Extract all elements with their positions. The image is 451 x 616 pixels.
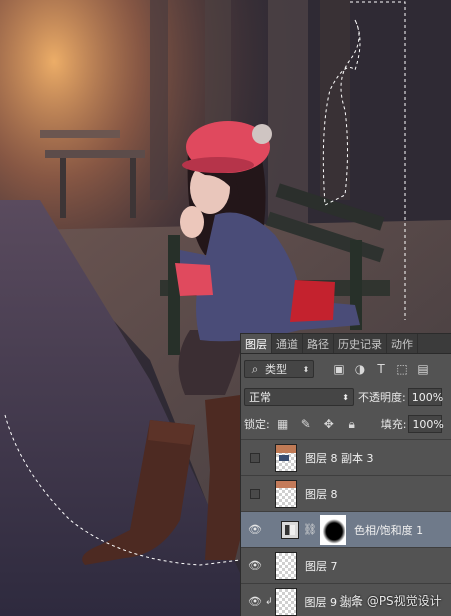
- lock-row: 锁定: ▦ ✎ ✥ 🔒︎ 填充: 100%: [241, 412, 451, 436]
- hue-saturation-icon: [281, 520, 299, 539]
- layer-mask-thumbnail[interactable]: [319, 514, 346, 545]
- type-filter-icon[interactable]: T: [374, 362, 388, 376]
- filter-kind-label: 类型: [265, 363, 287, 376]
- chevron-updown-icon: ⬍: [302, 364, 310, 374]
- lock-brush-icon[interactable]: ✎: [299, 417, 313, 431]
- visibility-toggle[interactable]: [241, 488, 269, 499]
- layer-name: 图层 8: [305, 487, 338, 501]
- search-icon: ⌕: [251, 361, 259, 376]
- layer-list: 图层 8 副本 3 图层 8 👁︎ ⛓︎ 色相/饱和度 1 👁︎ 图层 7 👁︎…: [241, 439, 451, 616]
- filter-row: ⌕ 类型 ⬍ ▣ ◑ T ⬚ ▤: [241, 356, 451, 382]
- layer-thumbnail: [275, 479, 297, 508]
- layer-thumbnail: [275, 443, 297, 472]
- adjustment-filter-icon[interactable]: ◑: [353, 362, 367, 376]
- lock-icons: ▦ ✎ ✥ 🔒︎: [276, 417, 359, 432]
- layer-name: 图层 7: [305, 559, 338, 573]
- fill-value: 100%: [412, 417, 444, 431]
- lock-all-icon[interactable]: 🔒︎: [345, 417, 359, 431]
- image-filter-icon[interactable]: ▣: [332, 362, 346, 376]
- visibility-toggle[interactable]: [241, 452, 269, 463]
- watermark: 头条 @PS视觉设计: [339, 594, 442, 608]
- layer-thumbnail: [275, 551, 297, 580]
- layer-row-selected[interactable]: 👁︎ ⛓︎ 色相/饱和度 1: [241, 511, 451, 547]
- layer-row[interactable]: 👁︎ 图层 7: [241, 547, 451, 583]
- chevron-updown-icon: ⬍: [342, 392, 349, 402]
- layer-row[interactable]: 图层 8: [241, 475, 451, 511]
- opacity-value: 100%: [411, 390, 444, 404]
- opacity-input[interactable]: 100%: [407, 388, 444, 406]
- tab-layers[interactable]: 图层: [241, 334, 272, 353]
- tab-history[interactable]: 历史记录: [334, 334, 387, 353]
- layer-name: 色相/饱和度 1: [353, 523, 424, 537]
- layer-row[interactable]: 图层 8 副本 3: [241, 439, 451, 475]
- opacity-label: 不透明度:: [358, 391, 406, 404]
- layer-thumbnail: [274, 587, 297, 616]
- eye-icon[interactable]: 👁︎: [241, 559, 269, 572]
- panel-tabs: 图层 通道 路径 历史记录 动作: [241, 334, 451, 354]
- lock-transparent-icon[interactable]: ▦: [276, 417, 290, 431]
- clip-arrow-icon: ↲: [265, 596, 273, 607]
- fill-input[interactable]: 100%: [408, 415, 444, 433]
- filter-kind-select[interactable]: ⌕ 类型 ⬍: [244, 360, 314, 378]
- smart-object-filter-icon[interactable]: ▤: [416, 362, 430, 376]
- filter-icons: ▣ ◑ T ⬚ ▤: [332, 362, 430, 376]
- lock-move-icon[interactable]: ✥: [322, 417, 336, 431]
- blend-mode-value: 正常: [249, 391, 271, 404]
- eye-icon[interactable]: 👁︎: [241, 523, 269, 536]
- lock-label: 锁定:: [244, 418, 270, 431]
- blend-row: 正常 ⬍ 不透明度: 100%: [241, 385, 451, 409]
- shape-filter-icon[interactable]: ⬚: [395, 362, 409, 376]
- tab-actions[interactable]: 动作: [387, 334, 418, 353]
- fill-label: 填充:: [380, 418, 407, 431]
- blend-mode-select[interactable]: 正常 ⬍: [244, 388, 354, 406]
- layer-name: 图层 8 副本 3: [305, 451, 374, 465]
- layers-panel: 图层 通道 路径 历史记录 动作 ⌕ 类型 ⬍ ▣ ◑ T ⬚ ▤ 正常 ⬍ 不…: [240, 333, 451, 616]
- tab-channels[interactable]: 通道: [272, 334, 303, 353]
- tab-paths[interactable]: 路径: [303, 334, 334, 353]
- link-icon[interactable]: ⛓︎: [303, 523, 317, 536]
